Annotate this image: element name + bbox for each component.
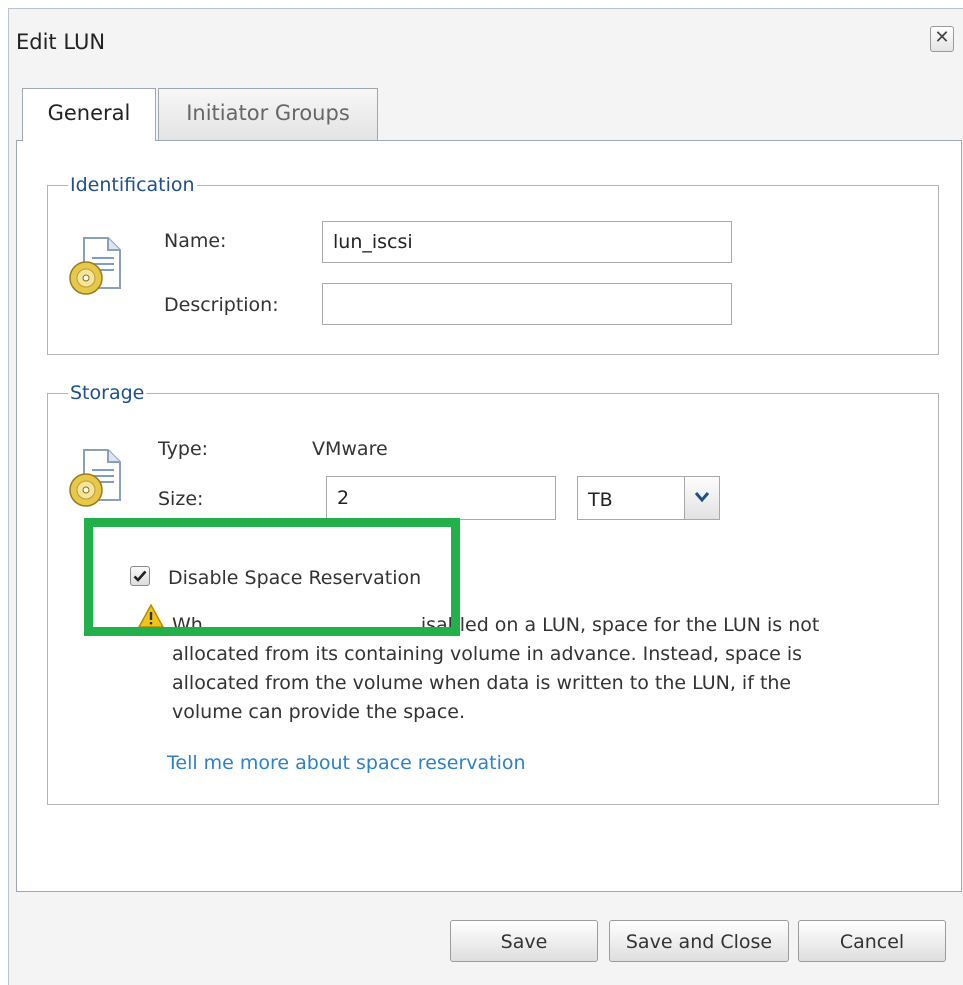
lun-document-icon [69, 449, 121, 507]
type-value: VMware [312, 438, 388, 460]
size-unit-value: TB [588, 489, 613, 511]
description-label: Description: [164, 294, 279, 316]
save-and-close-button[interactable]: Save and Close [609, 920, 789, 962]
close-icon: ✕ [934, 27, 950, 48]
disable-space-reservation-checkbox[interactable] [130, 566, 150, 586]
size-unit-select[interactable]: TB [577, 476, 720, 520]
warning-line: allocated from its containing volume in … [172, 643, 803, 665]
storage-legend: Storage [70, 382, 145, 404]
size-label: Size: [158, 488, 204, 510]
name-input[interactable] [322, 221, 732, 263]
warning-line: Wh isabled on a LUN, space for the LUN is… [172, 611, 912, 640]
space-reservation-warning-text: Wh isabled on a LUN, space for the LUN is… [172, 611, 912, 727]
dialog-title: Edit LUN [16, 30, 106, 54]
tab-general[interactable]: General [22, 88, 156, 141]
size-input[interactable] [326, 476, 556, 520]
size-unit-dropdown-button[interactable] [684, 476, 720, 520]
space-reservation-help-link[interactable]: Tell me more about space reservation [167, 752, 526, 774]
save-button[interactable]: Save [450, 920, 598, 962]
name-label: Name: [164, 230, 227, 252]
warning-line: volume can provide the space. [172, 701, 465, 723]
lun-document-icon [69, 237, 121, 295]
identification-legend: Identification [70, 174, 195, 196]
checkmark-icon [133, 570, 147, 582]
disable-space-reservation-label[interactable]: Disable Space Reservation [168, 567, 421, 589]
close-button[interactable]: ✕ [930, 26, 954, 52]
identification-fieldset: Identification [47, 174, 939, 355]
warning-icon [138, 604, 164, 628]
chevron-down-icon [694, 492, 710, 503]
type-label: Type: [158, 438, 209, 460]
warning-line-fragment: Wh [172, 614, 203, 636]
warning-line-fragment: isabled on a LUN, space for the LUN is n… [420, 614, 820, 636]
description-input[interactable] [322, 283, 732, 325]
tab-initiator-groups[interactable]: Initiator Groups [158, 88, 378, 140]
cancel-button[interactable]: Cancel [798, 920, 946, 962]
warning-line: allocated from the volume when data is w… [172, 672, 792, 694]
